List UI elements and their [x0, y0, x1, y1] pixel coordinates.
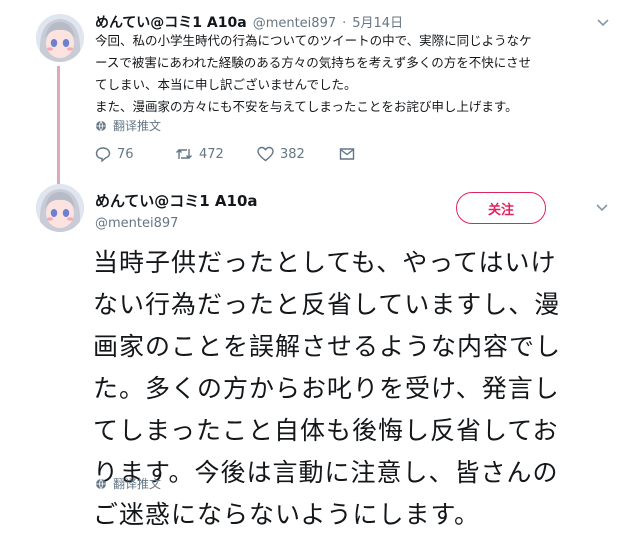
tweet1-handle[interactable]: @mentei897 — [253, 16, 336, 31]
tweet2-text-line: ご迷惑にならないようにします。 — [93, 500, 481, 529]
tweet2-text-line: 当時子供だったとしても、やってはいけ — [93, 248, 557, 277]
globe-icon — [96, 120, 106, 131]
tweet2-translate-link[interactable]: 翻译推文 — [95, 475, 161, 492]
tweet2-text-line: た。多くの方からお叱りを受け、発言し — [93, 374, 560, 403]
share-button[interactable] — [339, 146, 355, 162]
reply-button[interactable]: 76 — [95, 146, 175, 162]
reply-icon — [95, 147, 111, 162]
like-icon — [257, 146, 274, 162]
globe-icon — [96, 478, 106, 489]
reply-count: 76 — [117, 146, 134, 162]
tweet1-text-line: 今回、私の小学生時代の行為についてのツイートの中で、実際に同じようなケ — [95, 33, 532, 48]
tweet2-text-line: ります。今後は言動に注意し、皆さんの — [93, 458, 559, 487]
tweet1-translate-label: 翻译推文 — [113, 119, 162, 133]
tweet1-separator: · — [342, 16, 347, 31]
tweet1-date[interactable]: 5月14日 — [352, 12, 403, 31]
retweet-button[interactable]: 472 — [175, 146, 257, 162]
tweet2-translate-label: 翻译推文 — [113, 477, 162, 491]
tweet1-text: 今回、私の小学生時代の行為についてのツイートの中で、実際に同じようなケ ースで被… — [95, 30, 615, 118]
avatar[interactable] — [36, 184, 84, 232]
tweet2-text: 当時子供だったとしても、やってはいけ ない行為だったと反省していますし、漫 画家… — [93, 242, 623, 536]
tweet2-handle[interactable]: @mentei897 — [95, 216, 258, 231]
chevron-down-icon[interactable] — [595, 199, 609, 218]
like-button[interactable]: 382 — [257, 146, 339, 162]
tweet2-text-line: ない行為だったと反省していますし、漫 — [93, 290, 561, 319]
share-icon — [339, 148, 355, 160]
avatar[interactable] — [36, 14, 84, 62]
tweet1-text-line: また、漫画家の方々にも不安を与えてしまったことをお詫び申し上げます。 — [95, 99, 518, 114]
tweet2-text-line: 画家のことを誤解させるような内容でし — [93, 332, 562, 361]
follow-button[interactable]: 关注 — [456, 192, 546, 224]
tweet1-translate-link[interactable]: 翻译推文 — [95, 117, 161, 134]
tweet2-display-name[interactable]: めんてい@コミ1 A10a — [95, 190, 258, 211]
retweet-count: 472 — [199, 146, 224, 162]
thread-connector-line — [57, 66, 60, 184]
like-count: 382 — [280, 146, 305, 162]
tweet2-text-line: てしまったこと自体も後悔し反省してお — [93, 416, 559, 445]
tweet1-text-line: てしまい、本当に申し訳ございませんでした。 — [95, 77, 357, 92]
retweet-icon — [176, 149, 192, 159]
tweet1-text-line: ースで被害にあわれた経験のある方々の気持ちを考えず多くの方を不快にさせ — [95, 55, 532, 70]
tweet1-display-name[interactable]: めんてい@コミ1 A10a — [95, 12, 247, 32]
